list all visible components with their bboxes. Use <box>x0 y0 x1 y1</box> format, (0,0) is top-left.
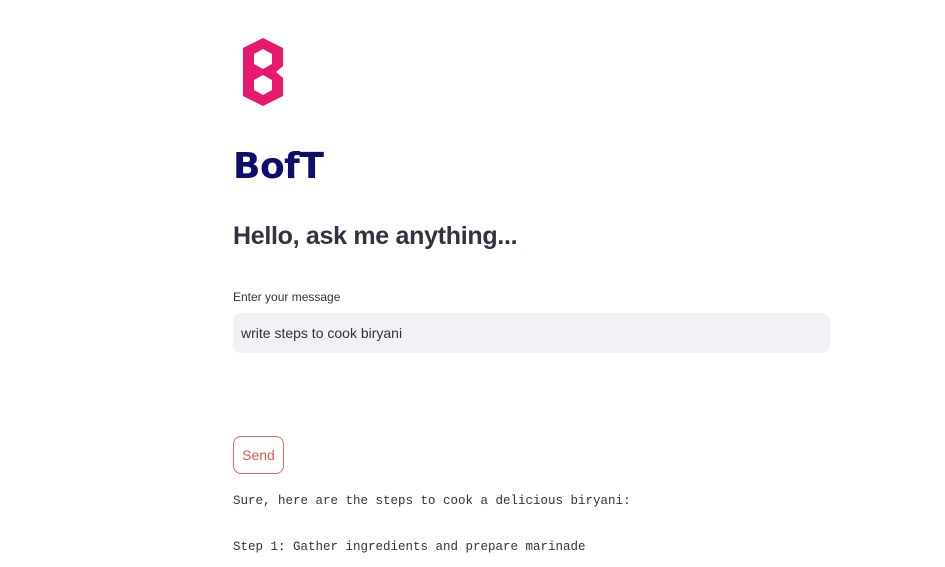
response-text-line: Sure, here are the steps to cook a delic… <box>233 494 631 508</box>
response-text-line: Step 1: Gather ingredients and prepare m… <box>233 540 586 554</box>
chat-page: BofT Hello, ask me anything... Enter you… <box>0 0 945 567</box>
message-input-label: Enter your message <box>233 290 341 304</box>
greeting-heading: Hello, ask me anything... <box>233 222 518 250</box>
brand-logo-icon <box>238 36 288 108</box>
send-button[interactable]: Send <box>233 436 284 474</box>
app-title: BofT <box>233 146 324 187</box>
message-input[interactable] <box>233 313 830 353</box>
